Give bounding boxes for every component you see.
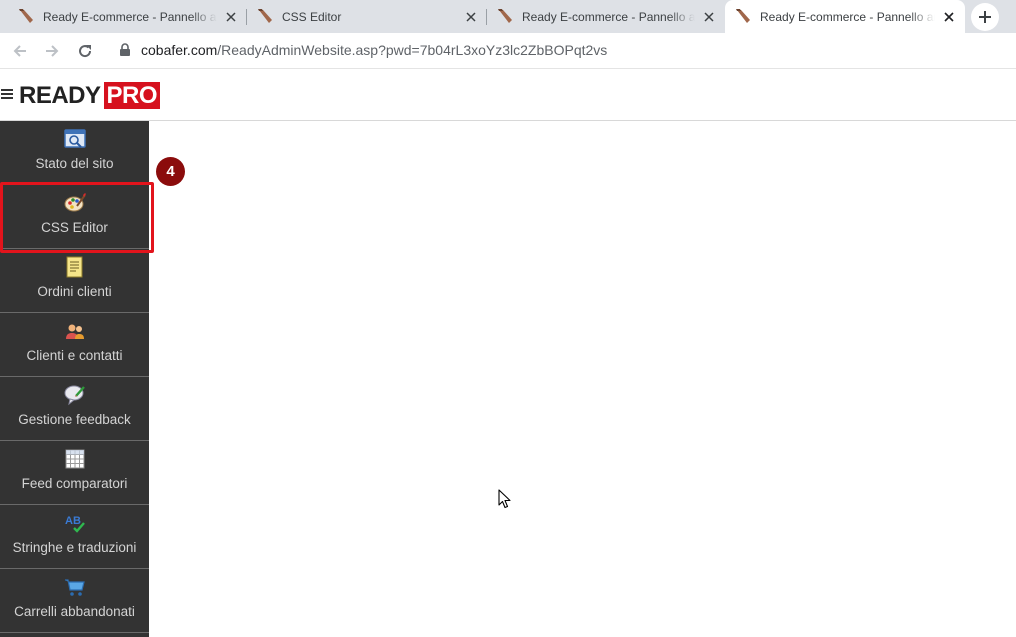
close-tab-icon[interactable] (463, 9, 479, 25)
sidebar-item-ordini-clienti[interactable]: Ordini clienti (0, 249, 149, 313)
notepad-icon (66, 256, 82, 278)
site-status-icon (63, 129, 86, 148)
browser-toolbar: cobafer.com/ReadyAdminWebsite.asp?pwd=7b… (0, 33, 1016, 69)
sidebar-item-label: Feed comparatori (21, 476, 128, 491)
sidebar-item-label: Ordini clienti (37, 284, 112, 299)
sidebar-item-clienti-e-contatti[interactable]: Clienti e contatti (0, 313, 149, 377)
sidebar-item-label: Carrelli abbandonati (14, 604, 135, 619)
css-editor-highlight-box (0, 182, 154, 253)
sidebar-item-label: Stringhe e traduzioni (12, 540, 137, 555)
translate-icon: AB (65, 515, 85, 533)
close-tab-icon[interactable] (701, 9, 717, 25)
app-header: READY PRO (0, 70, 1016, 121)
lock-icon (120, 43, 130, 56)
address-bar[interactable]: cobafer.com/ReadyAdminWebsite.asp?pwd=7b… (118, 42, 607, 58)
tab-title: Ready E-commerce - Pannello amministrazi… (522, 9, 695, 24)
sidebar-item-label: Stato del sito (35, 156, 114, 171)
people-icon (65, 324, 84, 339)
sidebar-item-stringhe-e-traduzioni[interactable]: AB Stringhe e traduzioni (0, 505, 149, 569)
ready-favicon-icon (736, 9, 750, 23)
sidebar-item-gestione-feedback[interactable]: Gestione feedback (0, 377, 149, 441)
logo-pro-text: PRO (103, 82, 161, 109)
mouse-cursor-icon (498, 489, 511, 509)
arrow-right-icon (46, 45, 59, 57)
ready-favicon-icon (498, 9, 512, 23)
new-tab-button[interactable] (971, 3, 999, 31)
sidebar-item-stato-del-sito[interactable]: Stato del sito (0, 121, 149, 185)
sidebar-item-label: Gestione feedback (18, 412, 131, 427)
tab-title: CSS Editor (282, 9, 342, 24)
browser-tab-2[interactable]: CSS Editor (247, 0, 487, 33)
ready-favicon-icon (258, 9, 272, 23)
svg-text:AB: AB (65, 515, 81, 527)
url-host: cobafer.com (141, 42, 218, 58)
step-number-badge: 4 (156, 157, 185, 186)
cart-icon (64, 579, 85, 596)
logo-ready-text: READY (19, 82, 101, 109)
reload-icon (79, 45, 92, 58)
forward-button[interactable] (40, 39, 64, 63)
browser-tab-4-active[interactable]: Ready E-commerce - Pannello amministrazi… (725, 0, 965, 33)
grid-icon (65, 449, 84, 469)
browser-tab-strip: Ready E-commerce - Pannello amministrazi… (0, 0, 1016, 33)
browser-tab-1[interactable]: Ready E-commerce - Pannello amministrazi… (0, 0, 247, 33)
sidebar-item-feed-comparatori[interactable]: Feed comparatori (0, 441, 149, 505)
feedback-icon (64, 385, 85, 406)
sidebar-item-carrelli-abbandonati[interactable]: Carrelli abbandonati (0, 569, 149, 633)
url-path: /ReadyAdminWebsite.asp?pwd=7b04rL3xoYz3l… (217, 42, 608, 58)
ready-favicon-icon (19, 9, 33, 23)
hamburger-menu-icon[interactable] (1, 89, 13, 99)
close-tab-icon[interactable] (223, 9, 239, 25)
reload-button[interactable] (73, 39, 97, 63)
close-tab-icon[interactable] (941, 9, 957, 25)
sidebar-item-label: Clienti e contatti (26, 348, 123, 363)
plus-icon (979, 11, 991, 23)
readypro-logo[interactable]: READY PRO (19, 82, 161, 109)
browser-tab-3[interactable]: Ready E-commerce - Pannello amministrazi… (487, 0, 725, 33)
arrow-left-icon (13, 45, 26, 57)
back-button[interactable] (8, 39, 32, 63)
tab-title: Ready E-commerce - Pannello amministrazi… (760, 9, 935, 24)
tab-title: Ready E-commerce - Pannello amministrazi… (43, 9, 217, 24)
